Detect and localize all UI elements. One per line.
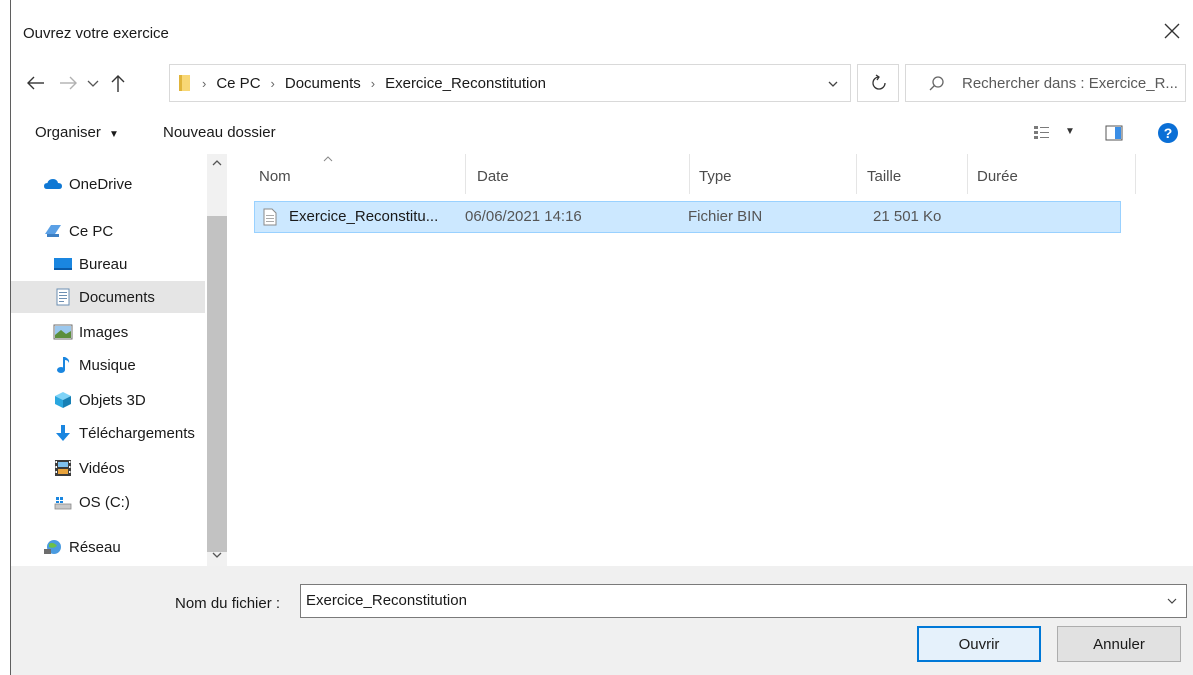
column-header-duree[interactable]: Durée [977, 154, 1018, 198]
sidebar-item-label: Vidéos [79, 459, 125, 477]
search-icon [929, 76, 944, 91]
column-divider[interactable] [856, 154, 857, 194]
scroll-down-icon[interactable] [211, 550, 223, 560]
computer-icon [45, 225, 61, 237]
column-header-nom[interactable]: Nom [259, 154, 291, 198]
column-divider[interactable] [465, 154, 466, 194]
file-size: 21 501 Ko [873, 208, 942, 225]
crumb-exercice[interactable]: Exercice_Reconstitution [385, 75, 546, 92]
sidebar-item-videos[interactable]: Vidéos [11, 452, 205, 484]
sidebar-item-ce-pc[interactable]: Ce PC [11, 215, 205, 247]
address-row: › Ce PC › Documents › Exercice_Reconstit… [11, 60, 1193, 106]
toolbar: Organiser ▼ Nouveau dossier ▼ ? [11, 112, 1193, 154]
file-date: 06/06/2021 14:16 [465, 208, 582, 225]
view-options-icon[interactable] [1033, 124, 1051, 142]
sidebar-item-label: Objets 3D [79, 391, 146, 409]
forward-arrow-icon[interactable] [57, 72, 79, 94]
search-placeholder: Rechercher dans : Exercice_R... [962, 75, 1178, 92]
sidebar-item-objets-3d[interactable]: Objets 3D [11, 384, 205, 416]
desktop-icon [54, 258, 72, 270]
sidebar-item-os-c[interactable]: OS (C:) [11, 486, 205, 518]
crumb-ce-pc[interactable]: Ce PC [216, 75, 260, 92]
close-icon[interactable] [1159, 18, 1185, 44]
sidebar-item-bureau[interactable]: Bureau [11, 248, 205, 280]
sidebar-item-label: Images [79, 323, 129, 341]
cube-icon [55, 392, 71, 408]
sidebar-item-images[interactable]: Images [11, 316, 205, 348]
chevron-down-icon[interactable] [826, 77, 840, 91]
view-dropdown-icon[interactable]: ▼ [1065, 126, 1075, 137]
drive-icon [54, 497, 72, 510]
documents-icon [56, 288, 70, 306]
organize-menu[interactable]: Organiser ▼ [35, 124, 119, 141]
crumb-separator: › [202, 75, 207, 91]
scroll-up-icon[interactable] [211, 158, 223, 168]
network-icon [44, 540, 61, 554]
sidebar-item-label: Ce PC [69, 222, 114, 240]
sidebar-scroll-thumb[interactable] [207, 216, 227, 552]
sidebar-item-onedrive[interactable]: OneDrive [11, 168, 205, 200]
sidebar-item-label: Téléchargements [79, 424, 195, 442]
file-type: Fichier BIN [688, 208, 763, 225]
preview-pane-icon[interactable] [1105, 124, 1123, 142]
music-icon [57, 357, 70, 373]
file-name: Exercice_Reconstitu... [289, 208, 439, 225]
column-header-type[interactable]: Type [699, 154, 732, 198]
sidebar-item-musique[interactable]: Musique [11, 349, 205, 381]
images-icon [53, 324, 73, 340]
column-divider[interactable] [1135, 154, 1136, 194]
bottom-panel: Nom du fichier : Exercice_Reconstitution… [11, 566, 1193, 675]
back-arrow-icon[interactable] [25, 72, 47, 94]
organize-label: Organiser [35, 124, 101, 141]
sidebar-item-label: OneDrive [69, 175, 133, 193]
sidebar-item-reseau[interactable]: Réseau [11, 531, 205, 563]
file-open-dialog: Ouvrez votre exercice › Ce PC › Document… [10, 0, 1193, 675]
open-button[interactable]: Ouvrir [917, 626, 1041, 662]
column-divider[interactable] [689, 154, 690, 194]
folder-icon [179, 75, 190, 91]
filename-input[interactable]: Exercice_Reconstitution [300, 584, 1187, 618]
sort-ascending-icon [323, 156, 333, 162]
up-arrow-icon[interactable] [107, 72, 129, 94]
svg-text:?: ? [1164, 125, 1173, 141]
title-bar: Ouvrez votre exercice [11, 0, 1193, 60]
download-icon [56, 425, 70, 441]
help-icon[interactable]: ? [1157, 122, 1179, 144]
table-row[interactable]: Exercice_Reconstitu... 06/06/2021 14:16 … [254, 201, 1121, 233]
sidebar-item-label: OS (C:) [79, 493, 130, 511]
sidebar-item-label: Musique [79, 356, 136, 374]
crumb-separator: › [270, 75, 275, 91]
sidebar-item-label: Réseau [69, 538, 121, 556]
filename-label: Nom du fichier : [175, 595, 281, 612]
column-divider[interactable] [967, 154, 968, 194]
column-header-taille[interactable]: Taille [867, 154, 901, 198]
new-folder-button[interactable]: Nouveau dossier [163, 124, 276, 141]
window-title: Ouvrez votre exercice [23, 25, 169, 42]
file-list: Nom Date Type Taille Durée Exercice_Reco… [229, 154, 1193, 566]
navigation-pane: OneDrive Ce PC Bureau Documents Images M… [11, 154, 229, 566]
crumb-documents[interactable]: Documents [285, 75, 361, 92]
search-box[interactable]: Rechercher dans : Exercice_R... [905, 64, 1186, 102]
dropdown-triangle-icon: ▼ [109, 129, 119, 140]
video-icon [55, 460, 71, 476]
refresh-button[interactable] [857, 64, 899, 102]
chevron-down-icon[interactable] [1166, 595, 1178, 607]
refresh-icon [872, 74, 886, 90]
sidebar-item-label: Bureau [79, 255, 128, 273]
filename-value: Exercice_Reconstitution [306, 592, 467, 609]
crumb-separator: › [370, 75, 376, 91]
sidebar-item-telechargements[interactable]: Téléchargements [11, 417, 205, 449]
cloud-icon [44, 179, 62, 189]
address-bar[interactable]: › Ce PC › Documents › Exercice_Reconstit… [169, 64, 851, 102]
column-header-date[interactable]: Date [477, 154, 509, 198]
cancel-button[interactable]: Annuler [1057, 626, 1181, 662]
recent-chevron-icon[interactable] [85, 72, 101, 94]
file-icon [263, 208, 277, 226]
sidebar-item-documents[interactable]: Documents [11, 281, 205, 313]
sidebar-item-label: Documents [79, 288, 155, 306]
